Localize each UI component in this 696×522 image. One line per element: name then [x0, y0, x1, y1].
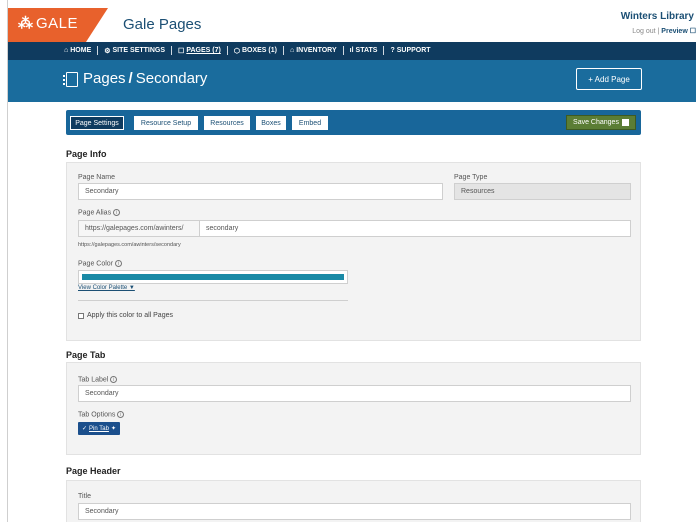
breadcrumb-section[interactable]: Pages	[83, 70, 126, 87]
page-name-label: Page Name	[78, 174, 115, 181]
inventory-icon: ⌂	[289, 47, 295, 54]
nav-label: SUPPORT	[396, 47, 431, 54]
nav-item-support[interactable]: ? SUPPORT	[390, 47, 430, 54]
apply-color-label: Apply this color to all Pages	[87, 312, 173, 319]
logo-text: GALE	[36, 15, 79, 32]
page-alias-label: Page Alias i	[78, 209, 121, 216]
page-title: Pages / Secondary	[83, 70, 207, 87]
nav-item-stats[interactable]: ıl STATS	[350, 47, 378, 54]
tab-label-field[interactable]: Secondary	[78, 385, 631, 402]
check-icon: ✓	[82, 426, 88, 432]
header-links: Log out | Preview ☐	[632, 28, 696, 35]
nav-item-inventory[interactable]: ⌂ INVENTORY	[290, 47, 337, 54]
page-color-label: Page Color i	[78, 260, 123, 267]
nav-items: ⌂ HOME ⚙ SITE SETTINGS ☐ PAGES (7) ⬡ BOXES (1) ⌂…	[64, 46, 431, 55]
tab-boxes[interactable]: Boxes	[256, 116, 286, 130]
nav-label: BOXES (1)	[241, 47, 277, 54]
breadcrumb-separator: /	[128, 70, 133, 87]
page-list-icon	[63, 72, 78, 87]
nav-item-pages[interactable]: ☐ PAGES (7)	[178, 47, 221, 55]
library-name: Winters Library	[620, 11, 694, 22]
page-header-heading: Page Header	[66, 466, 121, 476]
nav-label: HOME	[70, 47, 92, 54]
logout-link[interactable]: Log out	[632, 28, 655, 35]
nav-label: STATS	[355, 47, 378, 54]
page-tab-heading: Page Tab	[66, 350, 106, 360]
nav-label: SITE SETTINGS	[112, 47, 166, 54]
title-band: Pages / Secondary + Add Page	[8, 60, 696, 102]
tab-resource-setup[interactable]: Resource Setup	[134, 116, 198, 130]
main-nav: ⌂ HOME ⚙ SITE SETTINGS ☐ PAGES (7) ⬡ BOXES (1) ⌂…	[8, 42, 696, 60]
nav-separator	[226, 46, 228, 55]
info-icon[interactable]: i	[113, 209, 121, 216]
page-info-heading: Page Info	[66, 149, 107, 159]
nav-item-site-settings[interactable]: ⚙ SITE SETTINGS	[104, 47, 165, 55]
pin-tab-button[interactable]: ✓ Pin Tab ✦	[78, 422, 120, 435]
nav-separator	[97, 46, 99, 55]
settings-tabbar: Page Settings Resource Setup Resources B…	[66, 110, 641, 135]
apply-color-all-row[interactable]: Apply this color to all Pages	[78, 312, 173, 319]
page-type-label: Page Type	[454, 174, 488, 181]
page-info-panel: Page Name Secondary Page Type Resources …	[66, 162, 641, 341]
divider	[78, 300, 348, 301]
page-name-field[interactable]: Secondary	[78, 183, 443, 200]
tab-options-label: Tab Options i	[78, 411, 125, 418]
gear-icon: ⚙	[104, 47, 111, 55]
info-icon[interactable]: i	[115, 260, 123, 267]
title-label: Title	[78, 493, 91, 500]
nav-label: PAGES (7)	[186, 47, 221, 54]
save-changes-label: Save Changes	[573, 119, 619, 126]
stats-icon: ıl	[349, 47, 354, 54]
pin-icon: ✦	[110, 426, 116, 432]
nav-separator	[383, 46, 385, 55]
tab-resources[interactable]: Resources	[204, 116, 250, 130]
breadcrumb-current: Secondary	[135, 70, 208, 87]
boxes-icon: ⬡	[233, 47, 240, 55]
add-page-button[interactable]: + Add Page	[576, 68, 642, 90]
title-field[interactable]: Secondary	[78, 503, 631, 520]
save-icon	[621, 119, 629, 126]
tab-label-label: Tab Label i	[78, 376, 118, 383]
app-header: ⁂ GALE Gale Pages Winters Library Log ou…	[8, 8, 696, 42]
nav-label: INVENTORY	[296, 47, 337, 54]
support-icon: ?	[390, 47, 395, 54]
pages-icon: ☐	[178, 47, 185, 55]
tab-embed[interactable]: Embed	[292, 116, 328, 130]
nav-separator	[282, 46, 284, 55]
apply-color-checkbox[interactable]	[78, 312, 84, 319]
tab-page-settings[interactable]: Page Settings	[70, 116, 124, 130]
page-color-swatch[interactable]	[78, 270, 348, 284]
page-type-field: Resources	[454, 183, 631, 200]
page-header-panel: Title Secondary	[66, 480, 641, 522]
alias-full-url: https://galepages.com/awinters/secondary	[78, 242, 181, 248]
app-title: Gale Pages	[123, 16, 202, 33]
page-alias-field[interactable]: secondary	[199, 220, 631, 237]
page-tab-panel: Tab Label i Secondary Tab Options i ✓ Pin …	[66, 362, 641, 455]
nav-item-boxes[interactable]: ⬡ BOXES (1)	[234, 47, 277, 55]
alias-prefix: https://galepages.com/awinters/	[78, 220, 200, 237]
gale-logo[interactable]: ⁂ GALE	[8, 8, 108, 42]
info-icon[interactable]: i	[110, 376, 118, 383]
preview-link[interactable]: Preview ☐	[661, 28, 696, 35]
home-icon: ⌂	[64, 47, 69, 54]
external-link-icon: ☐	[689, 28, 696, 35]
nav-item-home[interactable]: ⌂ HOME	[64, 47, 91, 54]
color-fill	[82, 274, 344, 280]
gale-logo-icon: ⁂	[18, 15, 33, 32]
view-color-palette-link[interactable]: View Color Palette ▼	[78, 285, 135, 291]
info-icon[interactable]: i	[117, 411, 125, 418]
left-edge	[0, 0, 8, 522]
nav-separator	[171, 46, 173, 55]
save-changes-button[interactable]: Save Changes	[566, 115, 636, 130]
nav-separator	[342, 46, 344, 55]
